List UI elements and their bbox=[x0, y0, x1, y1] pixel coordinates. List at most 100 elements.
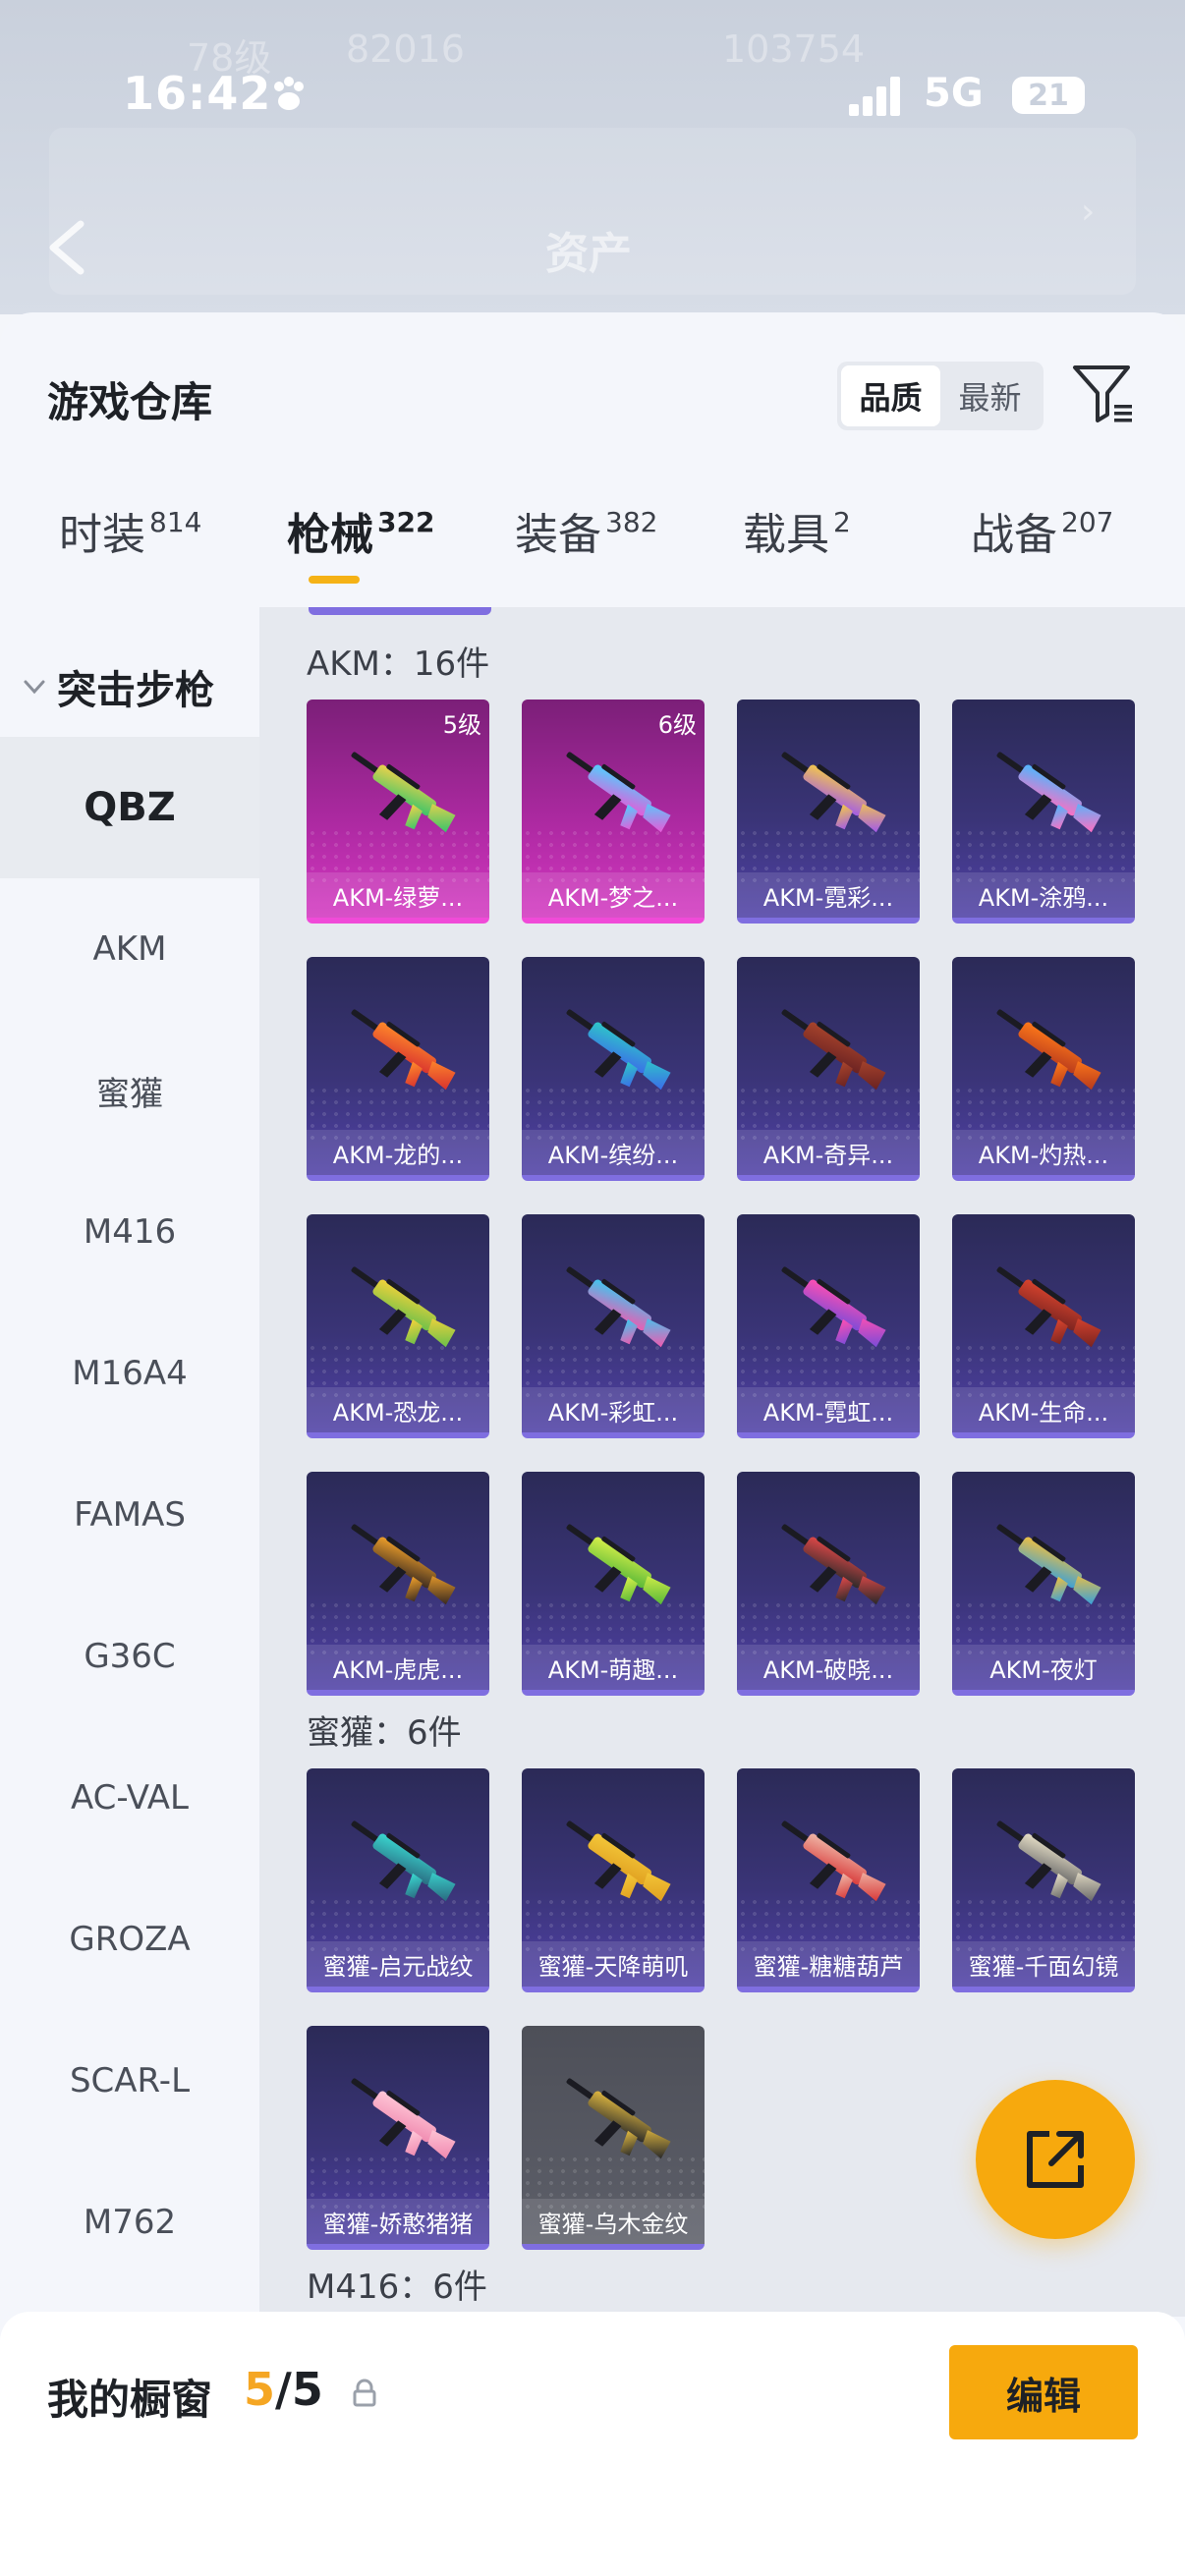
gun-skin-image bbox=[549, 2065, 677, 2173]
skin-name: AKM-奇异... bbox=[737, 1130, 920, 1175]
gun-skin-image bbox=[334, 1511, 462, 1619]
gun-skin-image bbox=[549, 1511, 677, 1619]
tab-count: 2 bbox=[833, 506, 851, 538]
gun-skin-image bbox=[549, 996, 677, 1104]
warehouse-sheet: 游戏仓库 品质 最新 时装 814 枪械 322 装备 382 载具 2 战备 207 bbox=[0, 312, 1185, 2576]
gun-skin-image bbox=[764, 1808, 892, 1916]
skin-card[interactable]: 5级 AKM-绿萝... bbox=[307, 700, 489, 924]
skin-name: 蜜獾-娇憨猪猪 bbox=[307, 2199, 489, 2244]
skin-card[interactable]: AKM-萌趣... bbox=[522, 1472, 705, 1696]
skin-card[interactable]: AKM-霓虹... bbox=[737, 1214, 920, 1438]
tab-guns[interactable]: 枪械 322 bbox=[287, 499, 434, 584]
back-icon[interactable] bbox=[43, 218, 92, 277]
skin-name: AKM-梦之... bbox=[522, 872, 705, 918]
tab-vehicles[interactable]: 载具 2 bbox=[743, 499, 851, 562]
gun-skin-image bbox=[334, 996, 462, 1104]
skin-card[interactable]: AKM-破晓... bbox=[737, 1472, 920, 1696]
share-button[interactable] bbox=[976, 2080, 1135, 2239]
sort-quality-button[interactable]: 品质 bbox=[841, 365, 940, 426]
gun-skin-image bbox=[980, 1511, 1107, 1619]
skin-card[interactable]: AKM-虎虎... bbox=[307, 1472, 489, 1696]
skin-name: AKM-涂鸦... bbox=[952, 872, 1135, 918]
skin-card[interactable]: AKM-龙的... bbox=[307, 957, 489, 1181]
sidebar-item-3[interactable]: M416 bbox=[0, 1161, 259, 1303]
sheet-title: 游戏仓库 bbox=[47, 378, 213, 426]
skin-card[interactable]: AKM-夜灯 bbox=[952, 1472, 1135, 1696]
skin-card[interactable]: AKM-生命... bbox=[952, 1214, 1135, 1438]
previous-card-edge bbox=[309, 607, 491, 615]
skin-name: AKM-灼热... bbox=[952, 1130, 1135, 1175]
sidebar-item-0[interactable]: QBZ bbox=[0, 737, 259, 878]
sidebar-item-1[interactable]: AKM bbox=[0, 878, 259, 1020]
sidebar-item-9[interactable]: SCAR-L bbox=[0, 2010, 259, 2152]
skin-name: AKM-彩虹... bbox=[522, 1387, 705, 1432]
skin-name: AKM-虎虎... bbox=[307, 1645, 489, 1690]
sidebar-item-4[interactable]: M16A4 bbox=[0, 1303, 259, 1444]
chevron-right-icon: › bbox=[1081, 192, 1096, 232]
sidebar-item-5[interactable]: FAMAS bbox=[0, 1444, 259, 1586]
skin-name: AKM-龙的... bbox=[307, 1130, 489, 1175]
skin-name: AKM-霓虹... bbox=[737, 1387, 920, 1432]
skin-card[interactable]: 蜜獾-乌木金纹 bbox=[522, 2026, 705, 2250]
sidebar-item-10[interactable]: M762 bbox=[0, 2152, 259, 2293]
skin-card[interactable]: AKM-灼热... bbox=[952, 957, 1135, 1181]
status-bar: 16:42 5G 21 bbox=[0, 59, 1185, 138]
skin-name: 蜜獾-天降萌叽 bbox=[522, 1941, 705, 1987]
filter-icon[interactable] bbox=[1071, 362, 1136, 426]
showcase-title: 我的橱窗 bbox=[47, 2376, 213, 2424]
tab-gear[interactable]: 战备 207 bbox=[971, 499, 1113, 562]
battery-indicator: 21 bbox=[1012, 77, 1085, 114]
skin-card[interactable]: AKM-霓彩... bbox=[737, 700, 920, 924]
tab-label: 战备 bbox=[971, 510, 1057, 560]
skin-card[interactable]: AKM-奇异... bbox=[737, 957, 920, 1181]
skin-name: AKM-生命... bbox=[952, 1387, 1135, 1432]
skin-card[interactable]: 蜜獾-糖糖葫芦 bbox=[737, 1768, 920, 1992]
sort-newest-button[interactable]: 最新 bbox=[940, 365, 1040, 426]
skin-card[interactable]: 蜜獾-娇憨猪猪 bbox=[307, 2026, 489, 2250]
gun-skin-image bbox=[764, 996, 892, 1104]
sidebar-category-label: 突击步枪 bbox=[57, 668, 214, 713]
skin-card[interactable]: 蜜獾-天降萌叽 bbox=[522, 1768, 705, 1992]
gun-skin-image bbox=[334, 1254, 462, 1362]
level-badge: 6级 bbox=[657, 711, 697, 739]
showcase-count: 5/5 bbox=[244, 2363, 323, 2416]
tab-label: 载具 bbox=[743, 510, 829, 560]
edit-button[interactable]: 编辑 bbox=[949, 2345, 1138, 2439]
tab-equipment[interactable]: 装备 382 bbox=[515, 499, 657, 562]
skin-name: 蜜獾-乌木金纹 bbox=[522, 2199, 705, 2244]
skin-name: AKM-夜灯 bbox=[952, 1645, 1135, 1690]
sidebar-item-8[interactable]: GROZA bbox=[0, 1869, 259, 2010]
sidebar-item-6[interactable]: G36C bbox=[0, 1586, 259, 1727]
gun-skin-image bbox=[764, 739, 892, 847]
group-header: M416：6件 bbox=[307, 2268, 487, 2307]
network-label: 5G bbox=[924, 71, 984, 116]
sidebar-category[interactable]: 突击步枪 bbox=[22, 658, 214, 715]
skin-name: 蜜獾-千面幻镜 bbox=[952, 1941, 1135, 1987]
gun-skin-image bbox=[334, 739, 462, 847]
page-title: 资产 bbox=[545, 229, 632, 279]
skin-card[interactable]: AKM-恐龙... bbox=[307, 1214, 489, 1438]
skin-name: AKM-萌趣... bbox=[522, 1645, 705, 1690]
skin-card[interactable]: 6级 AKM-梦之... bbox=[522, 700, 705, 924]
gun-skin-image bbox=[549, 1254, 677, 1362]
chevron-down-icon bbox=[24, 680, 45, 695]
signal-icon bbox=[849, 77, 900, 116]
gun-skin-image bbox=[334, 1808, 462, 1916]
skin-card[interactable]: AKM-缤纷... bbox=[522, 957, 705, 1181]
lock-icon bbox=[353, 2379, 376, 2407]
skin-card[interactable]: 蜜獾-千面幻镜 bbox=[952, 1768, 1135, 1992]
skin-name: 蜜獾-糖糖葫芦 bbox=[737, 1941, 920, 1987]
sidebar-item-2[interactable]: 蜜獾 bbox=[0, 1020, 259, 1161]
skin-name: 蜜獾-启元战纹 bbox=[307, 1941, 489, 1987]
skin-card[interactable]: AKM-涂鸦... bbox=[952, 700, 1135, 924]
gun-skin-image bbox=[764, 1511, 892, 1619]
skin-card[interactable]: 蜜獾-启元战纹 bbox=[307, 1768, 489, 1992]
skin-card[interactable]: AKM-彩虹... bbox=[522, 1214, 705, 1438]
skin-name: AKM-破晓... bbox=[737, 1645, 920, 1690]
share-icon bbox=[1027, 2131, 1084, 2188]
sidebar-item-7[interactable]: AC-VAL bbox=[0, 1727, 259, 1869]
tab-label: 枪械 bbox=[287, 510, 373, 560]
tab-fashion[interactable]: 时装 814 bbox=[59, 499, 201, 562]
gun-skin-image bbox=[549, 739, 677, 847]
group-header: AKM：16件 bbox=[307, 644, 490, 684]
